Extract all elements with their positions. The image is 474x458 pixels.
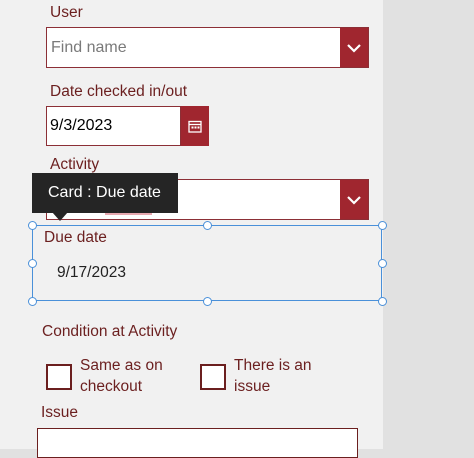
activity-dropdown-button[interactable] bbox=[340, 180, 368, 219]
resize-handle-middle-right[interactable] bbox=[378, 259, 387, 268]
chevron-down-icon bbox=[347, 43, 361, 53]
resize-handle-top-right[interactable] bbox=[378, 221, 387, 230]
date-checked-value: 9/3/2023 bbox=[50, 117, 113, 134]
due-date-label: Due date bbox=[44, 229, 107, 246]
condition-label: Condition at Activity bbox=[42, 323, 178, 340]
same-as-checkout-checkbox[interactable] bbox=[46, 364, 72, 390]
activity-label: Activity bbox=[50, 156, 100, 173]
issue-textbox[interactable] bbox=[37, 428, 358, 458]
resize-handle-bottom-right[interactable] bbox=[378, 297, 387, 306]
form-canvas: User Find name Date checked in/out 9/3/2… bbox=[0, 0, 474, 458]
resize-handle-bottom-left[interactable] bbox=[28, 297, 37, 306]
issue-checkbox-label: There is an issue bbox=[234, 355, 312, 397]
card-tooltip: Card : Due date bbox=[32, 173, 178, 213]
same-as-checkout-label-line1: Same as on bbox=[80, 357, 163, 374]
calendar-icon bbox=[188, 120, 202, 133]
issue-label: Issue bbox=[41, 404, 79, 421]
resize-handle-top-left[interactable] bbox=[28, 221, 37, 230]
issue-checkbox[interactable] bbox=[200, 364, 226, 390]
date-checked-input[interactable]: 9/3/2023 bbox=[46, 106, 181, 146]
due-date-value: 9/17/2023 bbox=[57, 264, 126, 281]
user-dropdown-button[interactable] bbox=[340, 28, 368, 67]
date-checked-label: Date checked in/out bbox=[50, 83, 188, 100]
tooltip-pointer bbox=[52, 212, 68, 221]
resize-handle-middle-left[interactable] bbox=[28, 259, 37, 268]
issue-checkbox-label-line1: There is an bbox=[234, 357, 312, 374]
resize-handle-bottom-center[interactable] bbox=[203, 297, 212, 306]
same-as-checkout-label-line2: checkout bbox=[80, 378, 143, 395]
chevron-down-icon bbox=[347, 195, 361, 205]
user-label: User bbox=[50, 4, 83, 21]
user-placeholder: Find name bbox=[51, 38, 127, 56]
issue-checkbox-label-line2: issue bbox=[234, 378, 271, 395]
date-picker-button[interactable] bbox=[181, 106, 209, 146]
resize-handle-top-center[interactable] bbox=[203, 221, 212, 230]
user-combobox[interactable]: Find name bbox=[46, 27, 369, 68]
same-as-checkout-label: Same as on checkout bbox=[80, 355, 163, 397]
